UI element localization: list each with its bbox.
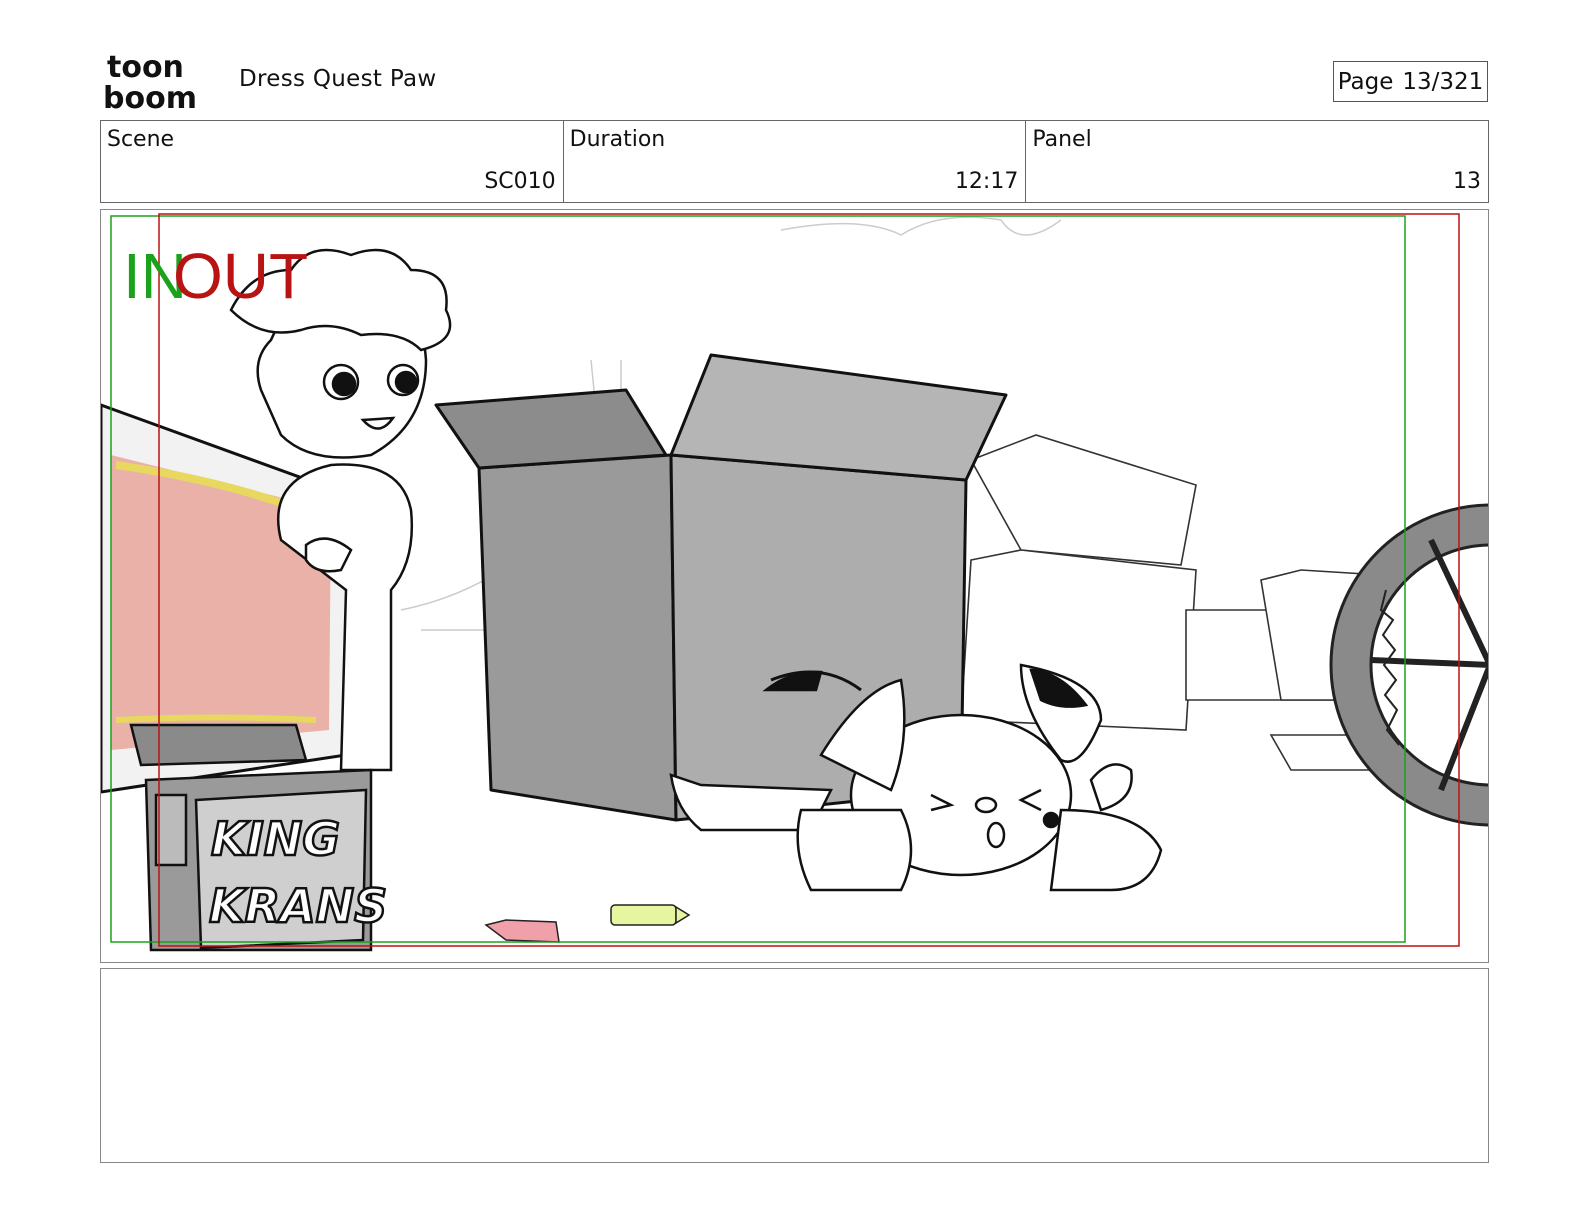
duration-value: 12:17 bbox=[954, 169, 1019, 194]
wheel bbox=[1329, 503, 1488, 827]
background-boxes bbox=[960, 434, 1392, 771]
panel-cell: Panel 13 bbox=[1026, 121, 1488, 202]
box-text-line2: KRANS bbox=[209, 879, 387, 933]
toonboom-logo: toon boom bbox=[103, 50, 197, 112]
page-value: 13/321 bbox=[1402, 68, 1484, 95]
duration-label: Duration bbox=[569, 127, 666, 152]
info-table: Scene SC010 Duration 12:17 Panel 13 bbox=[100, 120, 1489, 203]
logo-line2: boom bbox=[103, 81, 197, 112]
notes-box[interactable] bbox=[100, 968, 1489, 1163]
crayons bbox=[484, 904, 691, 943]
duration-cell: Duration 12:17 bbox=[564, 121, 1027, 202]
logo-line1: toon bbox=[107, 50, 184, 85]
scene-value: SC010 bbox=[484, 169, 556, 194]
scene-label: Scene bbox=[107, 127, 175, 152]
page-indicator: Page 13/321 bbox=[1333, 61, 1488, 102]
box-text-line1: KING bbox=[211, 812, 340, 866]
panel-drawing: KING KRANS IN OUT bbox=[101, 213, 1488, 952]
project-title: Dress Quest Paw bbox=[239, 66, 437, 92]
storyboard-panel: KING KRANS IN OUT bbox=[100, 209, 1489, 963]
panel-label: Panel bbox=[1032, 127, 1092, 152]
panel-value: 13 bbox=[1453, 169, 1482, 194]
page-label: Page bbox=[1337, 68, 1394, 95]
scene-cell: Scene SC010 bbox=[101, 121, 564, 202]
out-marker: OUT bbox=[173, 240, 308, 312]
